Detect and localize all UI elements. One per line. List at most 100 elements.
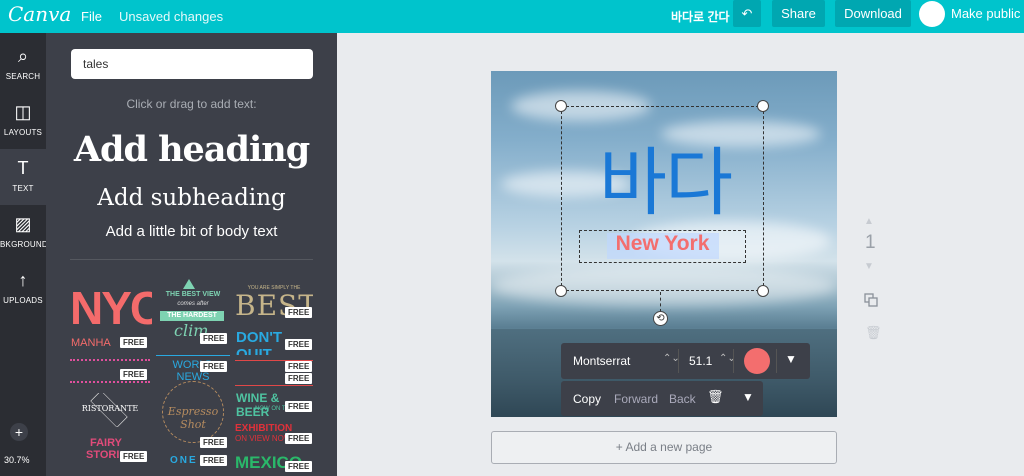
- template-text: THE HARDEST: [160, 311, 224, 321]
- canva-logo[interactable]: Canva: [8, 2, 71, 26]
- free-badge: FREE: [120, 337, 148, 348]
- free-badge: FREE: [285, 433, 313, 444]
- mountain-icon: [183, 279, 195, 289]
- make-public-toggle[interactable]: Make public: [919, 0, 1020, 27]
- zoom-level[interactable]: 30.7%: [4, 455, 30, 465]
- template-text: THE BEST VIEW: [165, 291, 221, 298]
- template-one-day[interactable]: ONE D FREE: [156, 453, 230, 473]
- template-wine-beer[interactable]: WINE & BEER NOW ON TAP FREE: [235, 391, 313, 421]
- template-dont-quit[interactable]: DON'T QUIT FREE: [235, 325, 313, 355]
- layouts-icon: ◫: [14, 102, 32, 122]
- free-badge: FREE: [285, 461, 313, 472]
- template-world-news[interactable]: WORLD NEWS FREE: [156, 355, 230, 381]
- nav-text[interactable]: T TEXT: [0, 149, 46, 205]
- free-badge: FREE: [120, 369, 148, 380]
- download-button[interactable]: Download: [835, 0, 911, 27]
- free-badge: FREE: [285, 401, 313, 412]
- page-up-icon[interactable]: ▲: [864, 216, 874, 227]
- template-nyc[interactable]: NYC MANHA FREE: [70, 281, 152, 353]
- rotate-handle[interactable]: ⟲: [653, 311, 668, 326]
- undo-icon: ↶: [741, 6, 753, 21]
- nav-label: BKGROUND: [0, 240, 46, 249]
- nav-uploads[interactable]: ↑ UPLOADS: [0, 261, 46, 317]
- save-status: Unsaved changes: [119, 9, 224, 24]
- file-menu[interactable]: File: [81, 9, 102, 24]
- color-swatch[interactable]: [744, 348, 770, 374]
- template-text: STORI: [86, 449, 120, 461]
- duplicate-page-icon[interactable]: [864, 293, 878, 307]
- search-icon: ⌕: [17, 46, 29, 66]
- heading-text-element[interactable]: 바다: [577, 138, 753, 228]
- panel-hint: Click or drag to add text:: [126, 97, 257, 111]
- nav-layouts[interactable]: ◫ LAYOUTS: [0, 93, 46, 149]
- free-badge: FREE: [285, 339, 313, 350]
- template-red-text[interactable]: FREE FREE: [235, 357, 313, 389]
- upload-icon: ↑: [18, 270, 28, 290]
- free-badge: FREE: [200, 455, 228, 466]
- add-body-text-button[interactable]: Add a little bit of body text: [46, 223, 337, 240]
- template-espresso[interactable]: Espresso Shot FREE: [156, 379, 230, 453]
- rotate-icon: ⟲: [656, 313, 665, 324]
- toggle-knob[interactable]: [919, 0, 945, 27]
- decorative-line: [235, 385, 313, 386]
- search-input[interactable]: [71, 49, 313, 79]
- undo-button[interactable]: ↶: [733, 0, 761, 27]
- template-mexico[interactable]: MEXICO FREE: [235, 453, 313, 476]
- nav-label: UPLOADS: [3, 296, 43, 305]
- template-text: ON VIEW NOW: [235, 434, 292, 443]
- add-heading-button[interactable]: Add heading: [46, 129, 337, 170]
- add-subheading-button[interactable]: Add subheading: [46, 185, 337, 211]
- divider: [733, 349, 734, 373]
- decorative-line: [156, 355, 230, 356]
- resize-handle[interactable]: [555, 100, 567, 112]
- resize-handle[interactable]: [757, 285, 769, 297]
- nav-background[interactable]: ▨ BKGROUND: [0, 205, 46, 261]
- font-selector[interactable]: Montserrat: [573, 354, 630, 368]
- text-icon: T: [17, 158, 29, 178]
- template-text: Espresso Shot: [167, 405, 219, 431]
- copy-button[interactable]: Copy: [573, 392, 601, 406]
- resize-handle[interactable]: [757, 100, 769, 112]
- decorative-line: [70, 359, 150, 361]
- add-page-button[interactable]: + Add a new page: [491, 431, 837, 464]
- zoom-in-button[interactable]: +: [10, 423, 28, 441]
- delete-page-icon[interactable]: 🗑: [865, 325, 882, 341]
- divider: [70, 259, 313, 260]
- decorative-line: [70, 381, 150, 383]
- divider: [678, 349, 679, 373]
- nav-label: LAYOUTS: [3, 128, 43, 137]
- template-best[interactable]: YOU ARE SIMPLY THE BEST FREE: [235, 285, 313, 323]
- top-bar: Canva File Unsaved changes 바다로 간다 ↶ Shar…: [0, 0, 1024, 33]
- text-panel: Click or drag to add text: Add heading A…: [46, 33, 337, 476]
- font-size-field[interactable]: 51.1: [689, 354, 712, 368]
- chevron-down-icon[interactable]: ▼: [785, 352, 797, 366]
- chevron-down-icon[interactable]: ▼: [742, 390, 754, 404]
- template-text: FAIRY: [90, 437, 122, 449]
- text-toolbar: Montserrat ⌃⌄ 51.1 ⌃⌄ ▼: [561, 343, 810, 379]
- subtext-element[interactable]: New York: [579, 232, 746, 256]
- resize-handle[interactable]: [555, 285, 567, 297]
- document-title[interactable]: 바다로 간다: [671, 8, 730, 25]
- free-badge: FREE: [285, 373, 313, 384]
- template-exhibition[interactable]: EXHIBITION ON VIEW NOW FREE: [235, 423, 313, 451]
- free-badge: FREE: [200, 333, 228, 344]
- template-text: comes after: [177, 301, 209, 307]
- free-badge: FREE: [285, 307, 313, 318]
- back-button[interactable]: Back: [669, 392, 696, 406]
- template-pink-lines[interactable]: FREE: [70, 355, 152, 385]
- free-badge: FREE: [285, 361, 313, 372]
- template-fairy-stories[interactable]: FAIRY STORI FREE: [70, 431, 152, 476]
- share-button[interactable]: Share: [772, 0, 825, 27]
- template-text: RISTORANTE: [81, 404, 139, 413]
- free-badge: FREE: [200, 437, 228, 448]
- free-badge: FREE: [120, 451, 148, 462]
- page-down-icon[interactable]: ▼: [864, 261, 874, 272]
- forward-button[interactable]: Forward: [614, 392, 658, 406]
- nav-label: SEARCH: [5, 72, 41, 81]
- make-public-label: Make public: [951, 6, 1021, 21]
- template-text: MANHA: [71, 337, 111, 349]
- template-ristorante[interactable]: RISTORANTE: [70, 393, 152, 427]
- template-best-view[interactable]: THE BEST VIEW comes after THE HARDEST cl…: [156, 279, 230, 353]
- nav-search[interactable]: ⌕ SEARCH: [0, 37, 46, 93]
- trash-icon[interactable]: 🗑: [707, 389, 724, 405]
